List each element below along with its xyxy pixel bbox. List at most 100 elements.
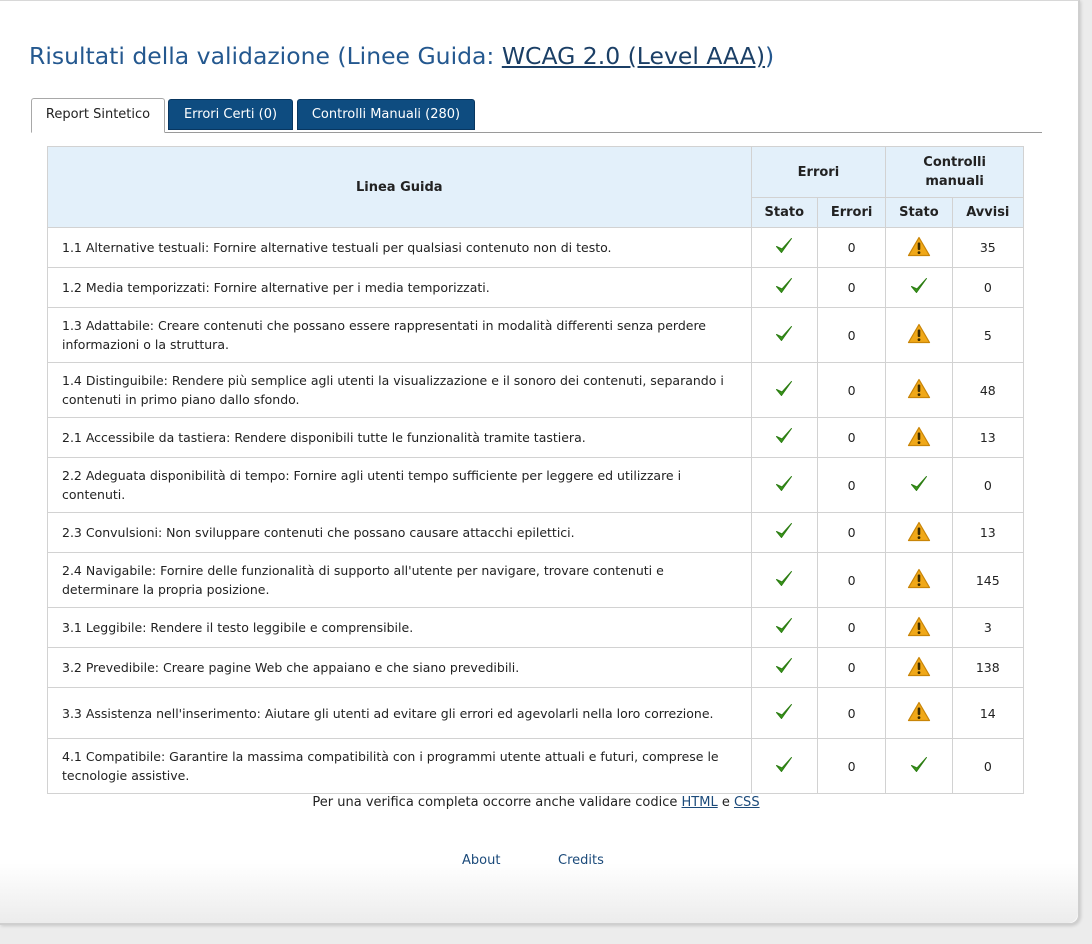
checkmark-icon <box>774 521 794 544</box>
checkmark-icon <box>774 616 794 639</box>
checkmark-icon <box>774 379 794 402</box>
status-cell <box>750 457 818 513</box>
errors-count-cell: 0 <box>816 227 887 268</box>
about-link[interactable]: About <box>462 853 500 868</box>
errors-count-cell: 0 <box>816 552 887 608</box>
warnings-count-cell: 48 <box>951 362 1025 418</box>
checkmark-icon <box>909 755 929 778</box>
warnings-count-cell: 13 <box>951 417 1025 458</box>
status-cell <box>750 552 818 608</box>
status-cell <box>885 227 953 268</box>
status-cell <box>750 267 818 308</box>
header-errors-group: Errori <box>750 146 887 198</box>
guideline-cell: 1.3 Adattabile: Creare contenuti che pos… <box>47 307 752 363</box>
guideline-cell: 2.2 Adeguata disponibilità di tempo: For… <box>47 457 752 513</box>
warnings-count-cell: 145 <box>951 552 1025 608</box>
guideline-cell: 4.1 Compatibile: Garantire la massima co… <box>47 738 752 794</box>
status-cell <box>885 512 953 553</box>
header-manual-group-label: Controlli manuali <box>923 155 986 189</box>
table-row: 3.1 Leggibile: Rendere il testo leggibil… <box>47 607 1025 648</box>
html-validator-link[interactable]: HTML <box>682 795 718 810</box>
guideline-cell: 1.4 Distinguibile: Rendere più semplice … <box>47 362 752 418</box>
warnings-count-cell: 13 <box>951 512 1025 553</box>
status-cell <box>750 647 818 688</box>
results-body: 1.1 Alternative testuali: Fornire altern… <box>47 227 1025 794</box>
header-guideline: Linea Guida <box>47 146 752 228</box>
warning-icon <box>907 701 931 725</box>
page-container: Risultati della validazione (Linee Guida… <box>0 0 1080 925</box>
errors-count-cell: 0 <box>816 607 887 648</box>
warning-icon <box>907 426 931 450</box>
warning-icon <box>907 568 931 592</box>
guideline-cell: 3.2 Prevedibile: Creare pagine Web che a… <box>47 647 752 688</box>
guideline-cell: 3.3 Assistenza nell'inserimento: Aiutare… <box>47 687 752 739</box>
page-bottom-fade <box>0 863 1078 923</box>
status-cell <box>750 738 818 794</box>
page-title-suffix: ) <box>765 42 775 70</box>
guideline-cell: 2.4 Navigabile: Fornire delle funzionali… <box>47 552 752 608</box>
warning-icon <box>907 521 931 545</box>
footer-note-prefix: Per una verifica completa occorre anche … <box>312 795 682 810</box>
header-manual-group: Controlli manuali <box>885 146 1024 198</box>
css-validator-link[interactable]: CSS <box>734 795 760 810</box>
footer-note: Per una verifica completa occorre anche … <box>0 795 1072 810</box>
checkmark-icon <box>909 276 929 299</box>
status-cell <box>885 607 953 648</box>
status-cell <box>885 307 953 363</box>
table-row: 3.3 Assistenza nell'inserimento: Aiutare… <box>47 687 1025 739</box>
warnings-count-cell: 0 <box>951 267 1025 308</box>
status-cell <box>885 687 953 739</box>
warnings-count-cell: 14 <box>951 687 1025 739</box>
guidelines-link[interactable]: WCAG 2.0 (Level AAA) <box>502 42 765 70</box>
footer-note-and: e <box>717 795 734 810</box>
status-cell <box>885 552 953 608</box>
errors-count-cell: 0 <box>816 267 887 308</box>
checkmark-icon <box>774 569 794 592</box>
warnings-count-cell: 138 <box>951 647 1025 688</box>
errors-count-cell: 0 <box>816 647 887 688</box>
checkmark-icon <box>774 755 794 778</box>
status-cell <box>885 362 953 418</box>
report-tabs: Report Sintetico Errori Certi (0) Contro… <box>31 98 1042 133</box>
errors-count-cell: 0 <box>816 687 887 739</box>
warnings-count-cell: 3 <box>951 607 1025 648</box>
header-manual-stato: Stato <box>885 197 953 228</box>
guideline-cell: 3.1 Leggibile: Rendere il testo leggibil… <box>47 607 752 648</box>
checkmark-icon <box>774 426 794 449</box>
errors-count-cell: 0 <box>816 307 887 363</box>
header-errors-count: Errori <box>816 197 887 228</box>
status-cell <box>750 362 818 418</box>
status-cell <box>885 267 953 308</box>
page-title: Risultati della validazione (Linee Guida… <box>29 42 774 70</box>
errors-count-cell: 0 <box>816 417 887 458</box>
table-row: 1.4 Distinguibile: Rendere più semplice … <box>47 362 1025 418</box>
table-row: 1.1 Alternative testuali: Fornire altern… <box>47 227 1025 268</box>
guideline-cell: 1.1 Alternative testuali: Fornire altern… <box>47 227 752 268</box>
warnings-count-cell: 5 <box>951 307 1025 363</box>
checkmark-icon <box>774 236 794 259</box>
checkmark-icon <box>774 702 794 725</box>
table-row: 1.2 Media temporizzati: Fornire alternat… <box>47 267 1025 308</box>
errors-count-cell: 0 <box>816 738 887 794</box>
status-cell <box>750 417 818 458</box>
credits-link[interactable]: Credits <box>558 853 604 868</box>
status-cell <box>750 512 818 553</box>
checkmark-icon <box>774 656 794 679</box>
header-errors-stato: Stato <box>750 197 818 228</box>
table-row: 1.3 Adattabile: Creare contenuti che pos… <box>47 307 1025 363</box>
warning-icon <box>907 378 931 402</box>
warnings-count-cell: 0 <box>951 457 1025 513</box>
tab-controlli-manuali[interactable]: Controlli Manuali (280) <box>297 99 475 130</box>
table-row: 2.2 Adeguata disponibilità di tempo: For… <box>47 457 1025 513</box>
tab-report-sintetico[interactable]: Report Sintetico <box>31 98 165 133</box>
results-table: Linea Guida Errori Controlli manuali Sta… <box>47 146 1025 794</box>
header-manual-warnings: Avvisi <box>951 197 1025 228</box>
checkmark-icon <box>909 474 929 497</box>
table-row: 2.1 Accessibile da tastiera: Rendere dis… <box>47 417 1025 458</box>
guideline-cell: 2.1 Accessibile da tastiera: Rendere dis… <box>47 417 752 458</box>
tab-errori-certi[interactable]: Errori Certi (0) <box>168 99 293 130</box>
table-row: 4.1 Compatibile: Garantire la massima co… <box>47 738 1025 794</box>
warning-icon <box>907 236 931 260</box>
warnings-count-cell: 35 <box>951 227 1025 268</box>
page-title-prefix: Risultati della validazione (Linee Guida… <box>29 42 502 70</box>
